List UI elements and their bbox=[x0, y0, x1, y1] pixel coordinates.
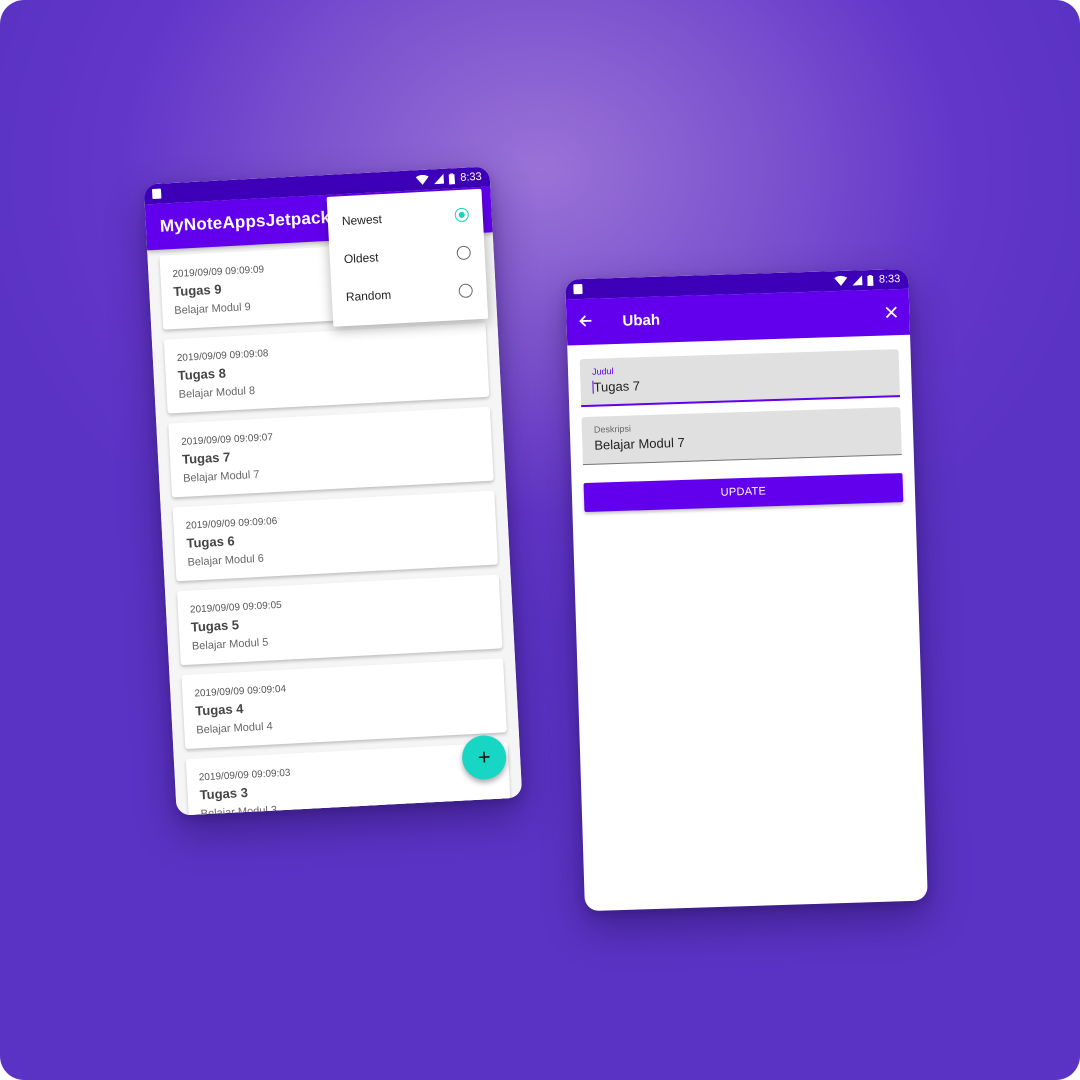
edit-note-phone: 8:33 Ubah Judul Tugas 7 Deskripsi Belaja… bbox=[565, 268, 928, 912]
status-time: 8:33 bbox=[460, 170, 483, 184]
judul-field[interactable]: Judul Tugas 7 bbox=[579, 349, 901, 408]
sort-menu: Newest Oldest Random bbox=[326, 188, 489, 327]
update-button[interactable]: UPDATE bbox=[583, 473, 904, 513]
app-title: MyNoteAppsJetpack bbox=[159, 207, 331, 236]
add-icon: + bbox=[477, 744, 492, 770]
signal-icon bbox=[852, 275, 863, 286]
sd-card-icon bbox=[151, 188, 162, 200]
radio-unselected-icon[interactable] bbox=[458, 283, 474, 299]
wifi-icon bbox=[833, 275, 847, 286]
sort-option-label: Oldest bbox=[343, 250, 379, 267]
signal-icon bbox=[433, 173, 444, 185]
page-title: Ubah bbox=[622, 311, 661, 330]
status-time: 8:33 bbox=[878, 273, 901, 286]
sort-option-random[interactable]: Random bbox=[331, 271, 488, 317]
back-arrow-icon[interactable] bbox=[578, 311, 605, 333]
note-card[interactable]: 2019/09/09 09:09:08 Tugas 8 Belajar Modu… bbox=[163, 322, 490, 414]
battery-icon bbox=[448, 172, 455, 185]
note-card[interactable]: 2019/09/09 09:09:04 Tugas 4 Belajar Modu… bbox=[181, 658, 507, 750]
radio-unselected-icon[interactable] bbox=[456, 245, 472, 261]
battery-icon bbox=[866, 274, 874, 286]
sort-option-label: Random bbox=[345, 287, 392, 305]
edit-form: Judul Tugas 7 Deskripsi Belajar Modul 7 … bbox=[567, 335, 915, 513]
close-icon[interactable] bbox=[885, 302, 898, 323]
deskripsi-field[interactable]: Deskripsi Belajar Modul 7 bbox=[581, 407, 902, 466]
note-card[interactable]: 2019/09/09 09:09:05 Tugas 5 Belajar Modu… bbox=[177, 574, 503, 666]
sort-option-label: Newest bbox=[341, 212, 383, 229]
judul-value: Tugas 7 bbox=[593, 378, 641, 395]
radio-selected-icon[interactable] bbox=[454, 207, 470, 223]
note-card[interactable]: 2019/09/09 09:09:07 Tugas 7 Belajar Modu… bbox=[168, 406, 494, 498]
note-list-phone: 8:33 MyNoteAppsJetpack Newest Oldest Ran… bbox=[143, 166, 523, 816]
sd-card-icon bbox=[573, 284, 583, 295]
wifi-icon bbox=[415, 174, 429, 186]
note-card[interactable]: 2019/09/09 09:09:06 Tugas 6 Belajar Modu… bbox=[172, 490, 499, 582]
